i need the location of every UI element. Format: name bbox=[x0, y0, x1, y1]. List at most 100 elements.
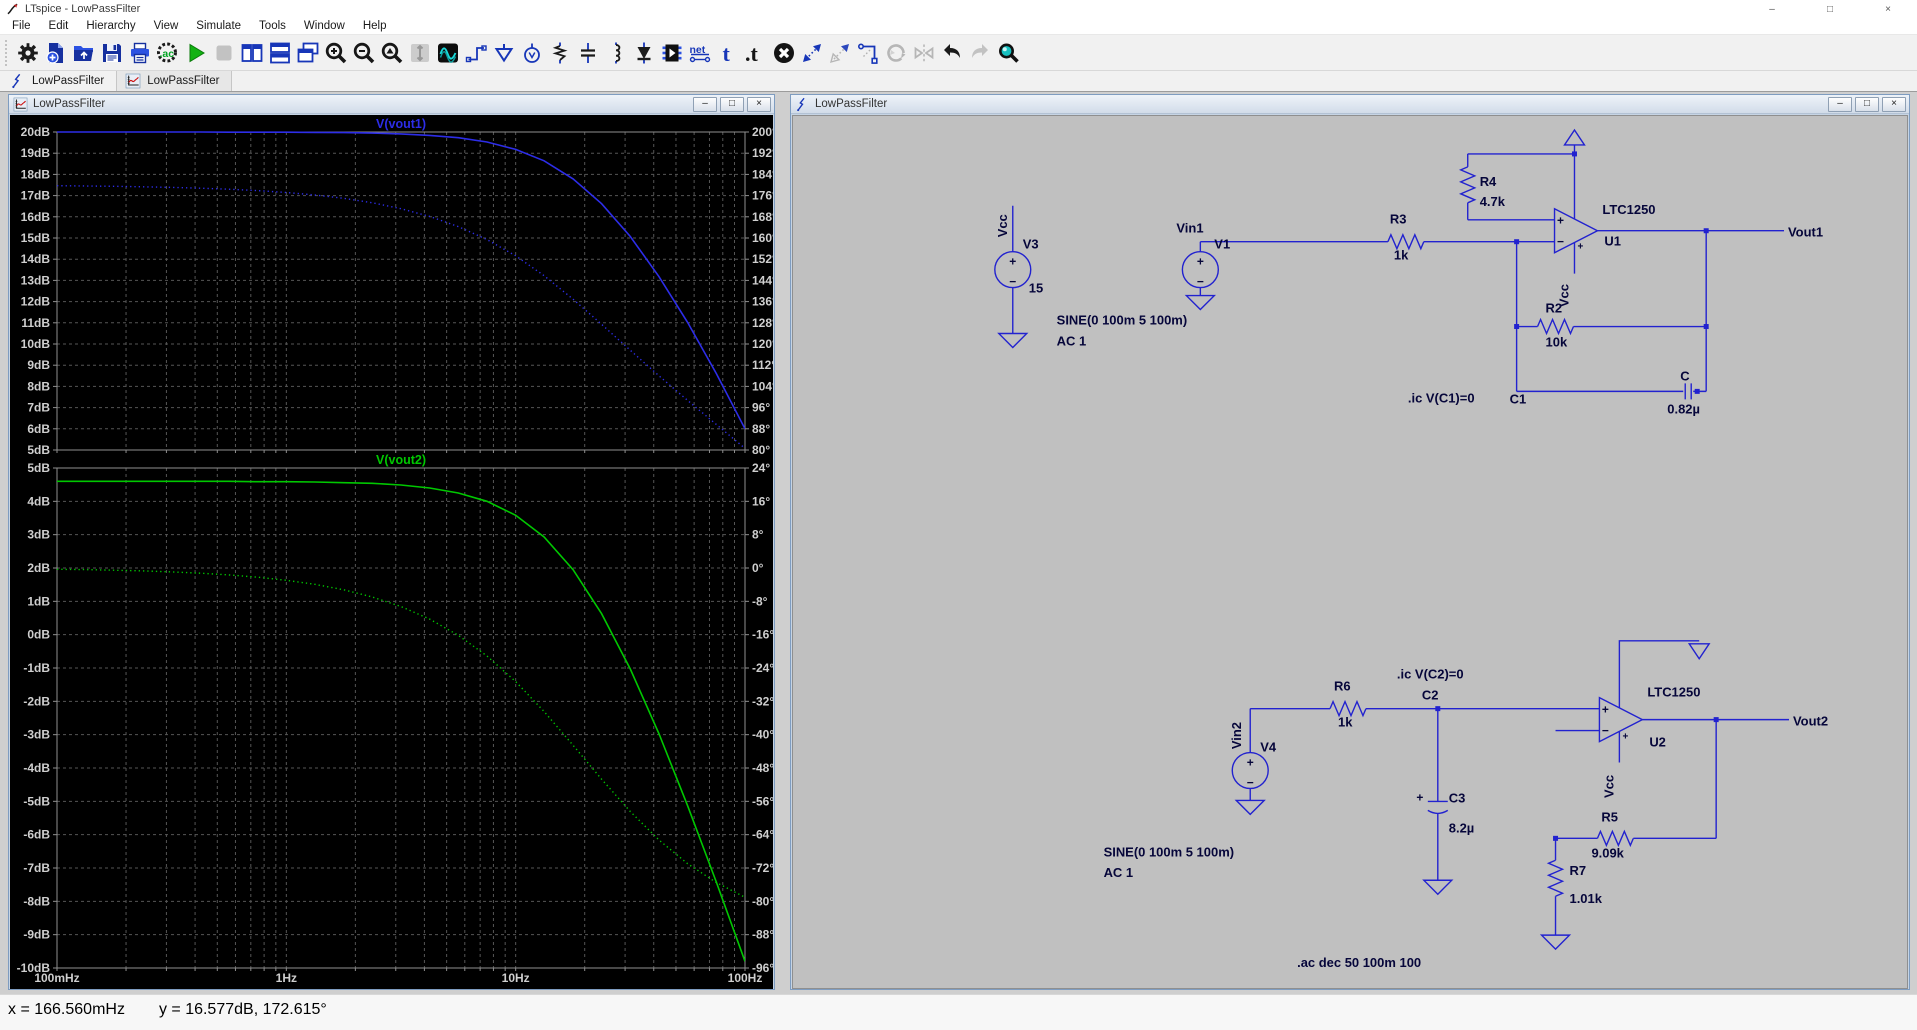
zoom-in-button[interactable] bbox=[322, 38, 350, 68]
schematic-label[interactable]: V3 bbox=[1023, 237, 1039, 252]
schematic-label[interactable]: + bbox=[1602, 703, 1609, 717]
schematic-label[interactable]: − bbox=[1602, 724, 1609, 738]
schematic-label[interactable]: Vin1 bbox=[1176, 221, 1203, 236]
run-button[interactable] bbox=[182, 38, 210, 68]
open-file-button[interactable] bbox=[70, 38, 98, 68]
ground-button[interactable] bbox=[490, 38, 518, 68]
new-schematic-button[interactable] bbox=[42, 38, 70, 68]
tab-1-lowpassfilter[interactable]: LowPassFilter bbox=[2, 71, 118, 91]
schematic-label[interactable]: AC 1 bbox=[1057, 333, 1087, 348]
wires[interactable] bbox=[1012, 144, 1789, 936]
ground-flag-u2[interactable] bbox=[1687, 643, 1711, 661]
schematic-label[interactable]: Vcc bbox=[995, 214, 1010, 237]
schematic-window-titlebar[interactable]: LowPassFilter – □ × bbox=[791, 95, 1909, 114]
capacitor-button[interactable] bbox=[574, 38, 602, 68]
delete-button[interactable] bbox=[770, 38, 798, 68]
schematic-label[interactable]: Vcc bbox=[1601, 775, 1616, 798]
menu-item-view[interactable]: View bbox=[145, 20, 188, 32]
close-button[interactable]: × bbox=[1882, 96, 1906, 112]
schematic-label[interactable]: − bbox=[1009, 275, 1016, 289]
redo-button[interactable] bbox=[966, 38, 994, 68]
schematic-label[interactable]: + bbox=[1009, 255, 1016, 269]
minimize-button[interactable]: – bbox=[1828, 96, 1852, 112]
close-button[interactable]: × bbox=[747, 96, 771, 112]
schematic-label[interactable]: − bbox=[1557, 235, 1564, 249]
tile-horizontal-button[interactable] bbox=[266, 38, 294, 68]
schematic-label[interactable]: R3 bbox=[1390, 212, 1407, 227]
drag-button[interactable] bbox=[854, 38, 882, 68]
save-button[interactable] bbox=[98, 38, 126, 68]
menu-item-help[interactable]: Help bbox=[354, 20, 396, 32]
wire-button[interactable] bbox=[462, 38, 490, 68]
schematic-label[interactable]: 1k bbox=[1394, 248, 1409, 263]
schematic-label[interactable]: + bbox=[1578, 242, 1584, 253]
menu-item-edit[interactable]: Edit bbox=[40, 20, 78, 32]
resistor-r5[interactable] bbox=[1596, 829, 1634, 848]
find-button[interactable] bbox=[994, 38, 1022, 68]
schematic-canvas[interactable]: Vcc V3 15 + − SINE(0 100m 5 100m) AC 1 Vin1 V1 + −… bbox=[792, 115, 1908, 989]
label-net-button[interactable] bbox=[518, 38, 546, 68]
schematic-label[interactable]: + bbox=[1416, 790, 1423, 804]
menu-item-simulate[interactable]: Simulate bbox=[187, 20, 250, 32]
print-button[interactable] bbox=[126, 38, 154, 68]
restore-button[interactable]: □ bbox=[1855, 96, 1879, 112]
schematic-label[interactable]: C2 bbox=[1422, 688, 1439, 703]
schematic-label[interactable]: 1k bbox=[1338, 715, 1353, 730]
component-button[interactable] bbox=[658, 38, 686, 68]
schematic-label[interactable]: .ic V(C2)=0 bbox=[1397, 667, 1464, 682]
close-button[interactable]: × bbox=[1859, 0, 1917, 18]
schematic-label[interactable]: R2 bbox=[1546, 301, 1563, 316]
restore-button[interactable]: □ bbox=[720, 96, 744, 112]
schematic-label[interactable]: R7 bbox=[1569, 863, 1586, 878]
schematic-label[interactable]: C bbox=[1680, 368, 1690, 383]
halt-button[interactable] bbox=[210, 38, 238, 68]
schematic-label[interactable]: R4 bbox=[1480, 174, 1497, 189]
schematic-label[interactable]: U2 bbox=[1649, 735, 1666, 750]
cascade-windows-button[interactable] bbox=[294, 38, 322, 68]
schematic-label[interactable]: + bbox=[1622, 732, 1628, 743]
inductor-button[interactable] bbox=[602, 38, 630, 68]
schematic-label[interactable]: + bbox=[1557, 214, 1564, 228]
minimize-button[interactable]: – bbox=[693, 96, 717, 112]
move-button[interactable] bbox=[798, 38, 826, 68]
resistor-r7[interactable] bbox=[1546, 859, 1565, 897]
schematic-label[interactable]: V4 bbox=[1260, 740, 1277, 755]
schematic-label[interactable]: .ac dec 50 100m 100 bbox=[1297, 955, 1421, 970]
schematic-label[interactable]: + bbox=[1247, 756, 1254, 770]
control-panel-gear-button[interactable] bbox=[14, 38, 42, 68]
tab-2-lowpassfilter[interactable]: LowPassFilter bbox=[117, 71, 233, 91]
tile-vertical-button[interactable] bbox=[238, 38, 266, 68]
zoom-out-button[interactable] bbox=[350, 38, 378, 68]
schematic-label[interactable]: R6 bbox=[1334, 679, 1351, 694]
schematic-label[interactable]: SINE(0 100m 5 100m) bbox=[1057, 313, 1187, 328]
copy-button[interactable] bbox=[826, 38, 854, 68]
diode-button[interactable] bbox=[630, 38, 658, 68]
schematic-label[interactable]: 1.01k bbox=[1569, 891, 1602, 906]
phase-trace-Vvout1[interactable] bbox=[57, 185, 745, 449]
schematic-label[interactable]: + bbox=[1197, 255, 1204, 269]
schematic-label[interactable]: Vout2 bbox=[1793, 714, 1828, 729]
schematic-label[interactable]: 9.09k bbox=[1591, 845, 1624, 860]
menu-item-window[interactable]: Window bbox=[295, 20, 354, 32]
menu-item-hierarchy[interactable]: Hierarchy bbox=[77, 20, 144, 32]
schematic-label[interactable]: SINE(0 100m 5 100m) bbox=[1104, 844, 1234, 859]
phase-trace-Vvout2[interactable] bbox=[57, 568, 745, 898]
vcc-flag-u1[interactable] bbox=[1563, 128, 1586, 146]
resistor-button[interactable] bbox=[546, 38, 574, 68]
zoom-full-extents-button[interactable] bbox=[378, 38, 406, 68]
rotate-button[interactable] bbox=[882, 38, 910, 68]
magnitude-trace-Vvout2[interactable] bbox=[57, 480, 745, 962]
resistor-r4[interactable] bbox=[1458, 166, 1477, 204]
spice-directive-button[interactable]: .t bbox=[742, 38, 770, 68]
schematic-label[interactable]: C1 bbox=[1510, 391, 1527, 406]
schematic-label[interactable]: Vout1 bbox=[1788, 225, 1823, 240]
ground-flags[interactable] bbox=[997, 294, 1572, 951]
resistor-r3[interactable] bbox=[1387, 232, 1425, 251]
schematic-label[interactable]: 10k bbox=[1546, 334, 1568, 349]
menu-item-file[interactable]: File bbox=[3, 20, 40, 32]
resistor-r2[interactable] bbox=[1536, 317, 1575, 336]
schematic-label[interactable]: 0.82µ bbox=[1667, 401, 1700, 416]
schematic-label[interactable]: .ic V(C1)=0 bbox=[1408, 390, 1475, 405]
menu-item-tools[interactable]: Tools bbox=[250, 20, 295, 32]
ac-analysis-button[interactable]: .ac bbox=[154, 38, 182, 68]
